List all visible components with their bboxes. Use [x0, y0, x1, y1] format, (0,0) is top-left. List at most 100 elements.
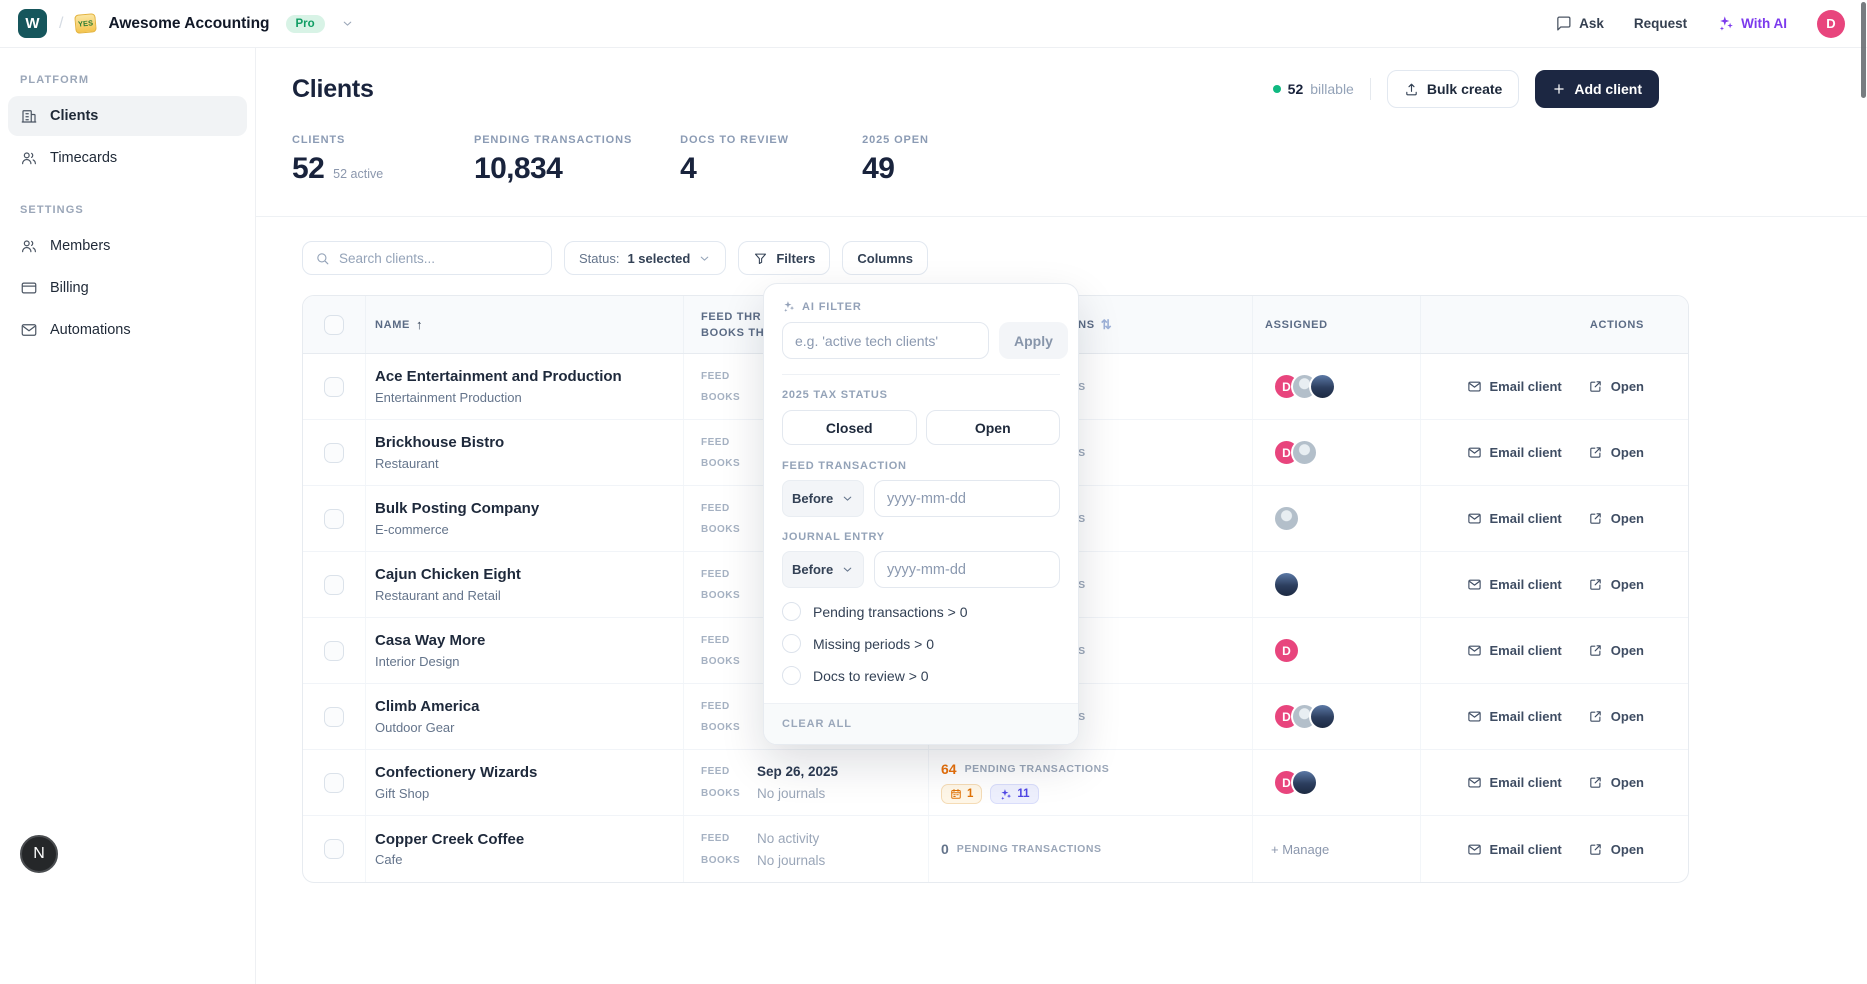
- checkbox-icon[interactable]: [782, 602, 801, 621]
- client-name[interactable]: Bulk Posting Company: [375, 500, 539, 519]
- header-name[interactable]: NAME ↑: [366, 296, 684, 353]
- n-floating-button[interactable]: N: [20, 835, 58, 873]
- sidebar-item-members[interactable]: Members: [8, 226, 247, 266]
- external-link-icon: [1588, 842, 1603, 857]
- books-label: BOOKS: [701, 788, 745, 799]
- breadcrumb-separator: /: [59, 15, 63, 33]
- journal-date-input[interactable]: [874, 551, 1060, 588]
- client-name[interactable]: Climb America: [375, 698, 479, 717]
- sidebar-item-automations[interactable]: Automations: [8, 310, 247, 350]
- open-button[interactable]: Open: [1588, 643, 1644, 658]
- sidebar-nav: PLATFORMClientsTimecardsSETTINGSMembersB…: [8, 74, 247, 350]
- feed-date-input[interactable]: [874, 480, 1060, 517]
- row-checkbox[interactable]: [324, 575, 344, 595]
- row-checkbox[interactable]: [324, 443, 344, 463]
- client-name[interactable]: Confectionery Wizards: [375, 764, 537, 783]
- sidebar-item-billing[interactable]: Billing: [8, 268, 247, 308]
- books-label: BOOKS: [701, 656, 745, 667]
- filter-checkbox-missing-periods-0[interactable]: Missing periods > 0: [782, 634, 1060, 653]
- sidebar-item-label: Members: [50, 238, 110, 254]
- external-link-icon: [1588, 709, 1603, 724]
- stat-label: 2025 OPEN: [862, 134, 996, 146]
- calendar-badge[interactable]: 1: [941, 784, 982, 804]
- user-avatar[interactable]: D: [1817, 10, 1845, 38]
- workspace-logo[interactable]: W: [18, 9, 47, 38]
- email-client-button[interactable]: Email client: [1467, 577, 1562, 592]
- open-button[interactable]: Open: [1588, 511, 1644, 526]
- filter-checkbox-docs-to-review-0[interactable]: Docs to review > 0: [782, 666, 1060, 685]
- client-name[interactable]: Cajun Chicken Eight: [375, 566, 521, 585]
- topbar-right: Ask Request With AI D: [1555, 10, 1845, 38]
- ask-button[interactable]: Ask: [1555, 15, 1604, 32]
- avatar[interactable]: D: [1273, 637, 1300, 664]
- avatar[interactable]: [1273, 505, 1300, 532]
- open-button[interactable]: Open: [1588, 842, 1644, 857]
- bulk-create-button[interactable]: Bulk create: [1387, 70, 1519, 108]
- stat-clients: CLIENTS5252 active: [292, 134, 426, 186]
- row-checkbox[interactable]: [324, 707, 344, 727]
- open-button[interactable]: Open: [1588, 577, 1644, 592]
- email-client-button[interactable]: Email client: [1467, 379, 1562, 394]
- open-button[interactable]: Open: [1588, 379, 1644, 394]
- columns-button[interactable]: Columns: [842, 241, 928, 275]
- open-button[interactable]: Open: [1588, 775, 1644, 790]
- chevron-down-icon[interactable]: [341, 17, 354, 30]
- sidebar-item-clients[interactable]: Clients: [8, 96, 247, 136]
- email-client-button[interactable]: Email client: [1467, 709, 1562, 724]
- feed-before-select[interactable]: Before: [782, 480, 864, 517]
- journal-before-select[interactable]: Before: [782, 551, 864, 588]
- status-filter-dropdown[interactable]: Status: 1 selected: [564, 241, 726, 275]
- manage-link[interactable]: + Manage: [1271, 842, 1329, 857]
- ai-filter-input[interactable]: [782, 322, 989, 359]
- sparkles-icon: [782, 300, 795, 313]
- filter-checkbox-pending-transactions-0[interactable]: Pending transactions > 0: [782, 602, 1060, 621]
- checkbox-icon[interactable]: [782, 666, 801, 685]
- tax-open-button[interactable]: Open: [926, 410, 1061, 445]
- email-client-button[interactable]: Email client: [1467, 511, 1562, 526]
- email-client-button[interactable]: Email client: [1467, 842, 1562, 857]
- search-input[interactable]: [339, 251, 539, 266]
- mail-icon: [1467, 775, 1482, 790]
- sidebar-item-timecards[interactable]: Timecards: [8, 138, 247, 178]
- add-client-button[interactable]: Add client: [1535, 70, 1659, 108]
- checkbox-icon[interactable]: [782, 634, 801, 653]
- client-name[interactable]: Casa Way More: [375, 632, 485, 651]
- open-button[interactable]: Open: [1588, 709, 1644, 724]
- row-checkbox[interactable]: [324, 377, 344, 397]
- sparkles-badge[interactable]: 11: [990, 784, 1038, 804]
- row-checkbox[interactable]: [324, 509, 344, 529]
- select-all-checkbox[interactable]: [324, 315, 344, 335]
- client-name[interactable]: Brickhouse Bistro: [375, 434, 504, 453]
- email-client-button[interactable]: Email client: [1467, 445, 1562, 460]
- sidebar-item-label: Billing: [50, 280, 89, 296]
- tax-closed-button[interactable]: Closed: [782, 410, 917, 445]
- clear-all-button[interactable]: CLEAR ALL: [764, 703, 1078, 744]
- open-button[interactable]: Open: [1588, 445, 1644, 460]
- avatar[interactable]: [1291, 439, 1318, 466]
- avatar-stack: D: [1265, 439, 1318, 466]
- stat-value: 10,834: [474, 152, 562, 186]
- avatar[interactable]: [1273, 571, 1300, 598]
- email-client-button[interactable]: Email client: [1467, 643, 1562, 658]
- avatar[interactable]: [1309, 373, 1336, 400]
- request-button[interactable]: Request: [1634, 16, 1687, 31]
- email-client-button[interactable]: Email client: [1467, 775, 1562, 790]
- filters-button[interactable]: Filters: [738, 241, 830, 275]
- chevron-down-icon: [841, 563, 854, 576]
- filter-panel: AI FILTER Apply 2025 TAX STATUS Closed O…: [763, 283, 1079, 745]
- avatar[interactable]: [1291, 769, 1318, 796]
- client-name[interactable]: Ace Entertainment and Production: [375, 368, 622, 387]
- books-value: No journals: [757, 786, 838, 801]
- row-checkbox[interactable]: [324, 641, 344, 661]
- books-value: No journals: [757, 853, 825, 868]
- apply-button[interactable]: Apply: [999, 322, 1068, 359]
- row-checkbox[interactable]: [324, 773, 344, 793]
- avatar[interactable]: [1309, 703, 1336, 730]
- workspace-name[interactable]: Awesome Accounting: [108, 15, 269, 33]
- with-ai-button[interactable]: With AI: [1717, 15, 1787, 32]
- row-checkbox[interactable]: [324, 839, 344, 859]
- client-name[interactable]: Copper Creek Coffee: [375, 831, 524, 850]
- with-ai-label: With AI: [1741, 16, 1787, 31]
- scrollbar-thumb[interactable]: [1861, 2, 1866, 98]
- table-row: Confectionery WizardsGift ShopFEEDSep 26…: [303, 750, 1688, 816]
